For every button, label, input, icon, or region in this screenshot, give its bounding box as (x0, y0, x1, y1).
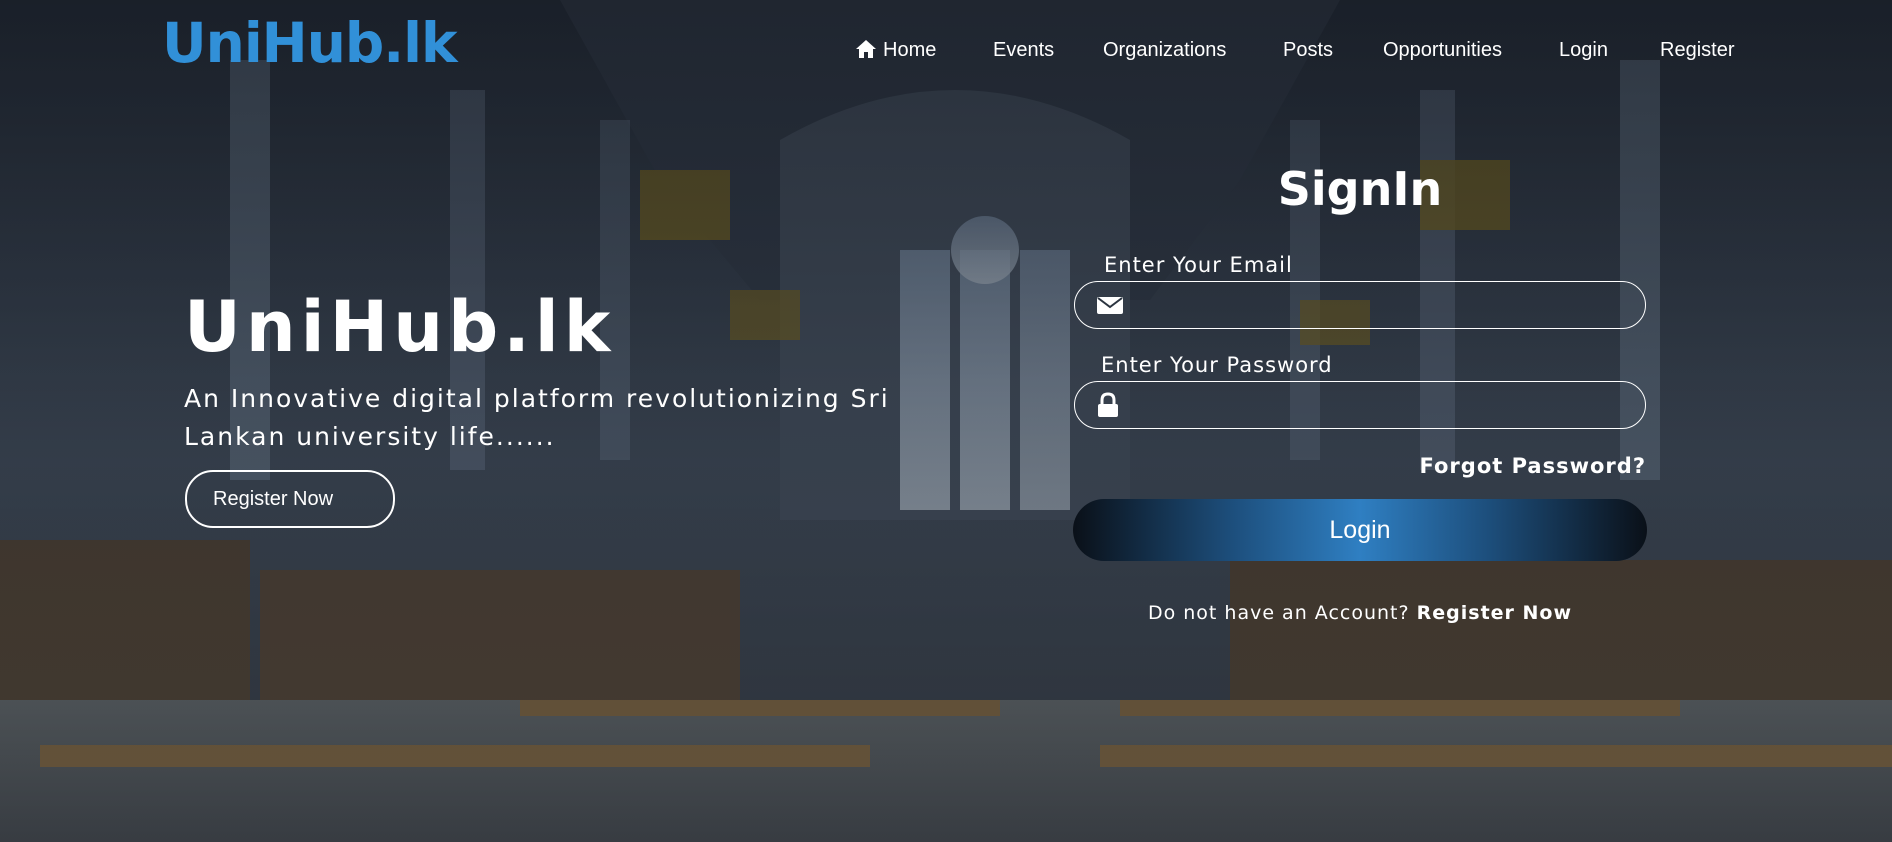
password-label: Enter Your Password (1101, 353, 1333, 377)
page: UniHub.lk Home Events Organizations Post… (0, 0, 1892, 842)
password-input[interactable] (1137, 388, 1631, 424)
register-now-link[interactable]: Register Now (1417, 602, 1572, 624)
no-account-text: Do not have an Account? (1147, 602, 1410, 624)
forgot-password-link[interactable]: Forgot Password? (1380, 452, 1646, 480)
nav-item-events[interactable]: Events (993, 36, 1054, 64)
login-button[interactable]: Login (1073, 499, 1647, 561)
nav-item-posts[interactable]: Posts (1283, 36, 1333, 64)
nav-item-organizations[interactable]: Organizations (1103, 36, 1226, 64)
hero-title: UniHub.lk (184, 286, 616, 368)
email-field[interactable] (1074, 281, 1646, 329)
hero-register-button[interactable]: Register Now (185, 470, 395, 528)
password-field[interactable] (1074, 381, 1646, 429)
nav-item-home[interactable]: Home (855, 36, 936, 67)
nav-item-label: Home (883, 39, 937, 61)
email-input[interactable] (1137, 288, 1631, 324)
nav-item-opportunities[interactable]: Opportunities (1383, 36, 1502, 64)
signin-title: SignIn (1277, 162, 1443, 216)
nav-item-login[interactable]: Login (1559, 36, 1608, 64)
hero-subtitle: An Innovative digital platform revolutio… (184, 384, 890, 451)
envelope-icon (1097, 295, 1123, 319)
register-prompt: Do not have an Account? Register Now (1074, 600, 1646, 626)
main-nav: Home Events Organizations Posts Opportun… (0, 36, 1892, 66)
home-icon (855, 39, 877, 67)
nav-item-register[interactable]: Register (1660, 36, 1734, 64)
lock-icon (1097, 392, 1119, 422)
email-label: Enter Your Email (1104, 253, 1293, 277)
